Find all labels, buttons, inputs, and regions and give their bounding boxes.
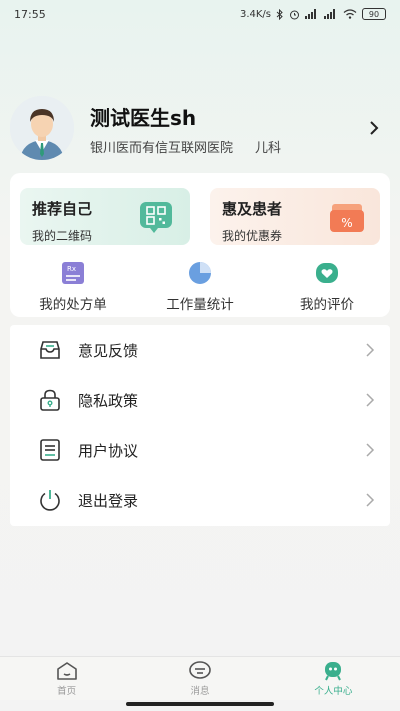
menu-label: 隐私政策	[78, 391, 139, 410]
battery-icon: 90	[362, 8, 386, 20]
message-icon	[189, 660, 211, 679]
menu-item-feedback[interactable]: 意见反馈	[10, 325, 390, 375]
coupon-icon: %	[330, 204, 364, 232]
chevron-right-icon	[366, 493, 375, 507]
menu-label: 意见反馈	[78, 341, 139, 360]
status-time: 17:55	[14, 7, 46, 21]
home-icon	[56, 661, 77, 680]
bluetooth-icon	[276, 8, 283, 20]
quick-action-label: 工作量统计	[166, 297, 234, 313]
hospital-name: 银川医而有信互联网医院	[90, 141, 234, 156]
profile-header[interactable]: 测试医生sh 银川医而有信互联网医院 儿科	[10, 96, 390, 160]
heart-icon	[316, 263, 338, 283]
quick-action-label: 我的处方单	[39, 297, 107, 313]
menu-label: 退出登录	[78, 491, 139, 510]
nav-messages[interactable]: 消息	[133, 657, 266, 700]
nav-label: 首页	[57, 685, 77, 697]
doctor-name: 测试医生sh	[90, 106, 197, 130]
pie-chart-icon	[189, 262, 211, 284]
signal-icon-2	[324, 9, 335, 19]
quick-action-label: 我的评价	[300, 297, 354, 313]
profile-icon	[325, 661, 342, 680]
chevron-right-icon	[366, 443, 375, 457]
signal-icon	[305, 9, 316, 19]
avatar	[10, 96, 74, 160]
profile-info: 测试医生sh 银川医而有信互联网医院 儿科	[90, 100, 364, 156]
menu-item-logout[interactable]: 退出登录	[10, 475, 390, 525]
settings-menu: 意见反馈 隐私政策 用户协议 退出登录	[10, 325, 390, 526]
workload-stats-button[interactable]: 工作量统计	[137, 261, 263, 313]
wifi-icon	[343, 9, 357, 19]
nav-label: 个人中心	[314, 685, 353, 697]
chevron-right-icon	[366, 393, 375, 407]
lock-icon	[40, 389, 60, 411]
my-prescriptions-button[interactable]: Rx 我的处方单	[10, 261, 136, 313]
svg-text:Rx: Rx	[67, 265, 76, 273]
menu-item-privacy[interactable]: 隐私政策	[10, 375, 390, 425]
feedback-icon	[40, 341, 60, 359]
svg-text:%: %	[341, 216, 352, 230]
menu-label: 用户协议	[78, 441, 139, 460]
chevron-right-icon[interactable]	[364, 118, 384, 138]
nav-home[interactable]: 首页	[0, 657, 133, 700]
qr-code-icon	[140, 202, 172, 233]
recommend-self-button[interactable]: 推荐自己 我的二维码	[20, 188, 190, 245]
prescription-icon: Rx	[62, 262, 84, 284]
alarm-icon	[290, 10, 299, 19]
status-bar: 17:55 3.4K/s 90	[0, 0, 400, 28]
status-icons: 3.4K/s 90	[240, 8, 386, 20]
bottom-nav: 首页 消息 个人中心	[0, 656, 400, 700]
network-speed: 3.4K/s	[239, 8, 271, 20]
chevron-right-icon	[366, 343, 375, 357]
department-name: 儿科	[255, 141, 282, 156]
my-reviews-button[interactable]: 我的评价	[264, 261, 390, 313]
nav-label: 消息	[190, 685, 210, 697]
agreement-icon	[40, 439, 60, 461]
menu-item-user-agreement[interactable]: 用户协议	[10, 425, 390, 475]
power-icon	[40, 490, 60, 511]
home-indicator	[126, 702, 274, 706]
nav-profile[interactable]: 个人中心	[267, 657, 400, 700]
benefit-patients-button[interactable]: 惠及患者 我的优惠券 %	[210, 188, 380, 245]
services-card: 推荐自己 我的二维码 惠及患者 我的优惠券 % Rx 我的处方单 工作量统计 我…	[10, 173, 390, 317]
